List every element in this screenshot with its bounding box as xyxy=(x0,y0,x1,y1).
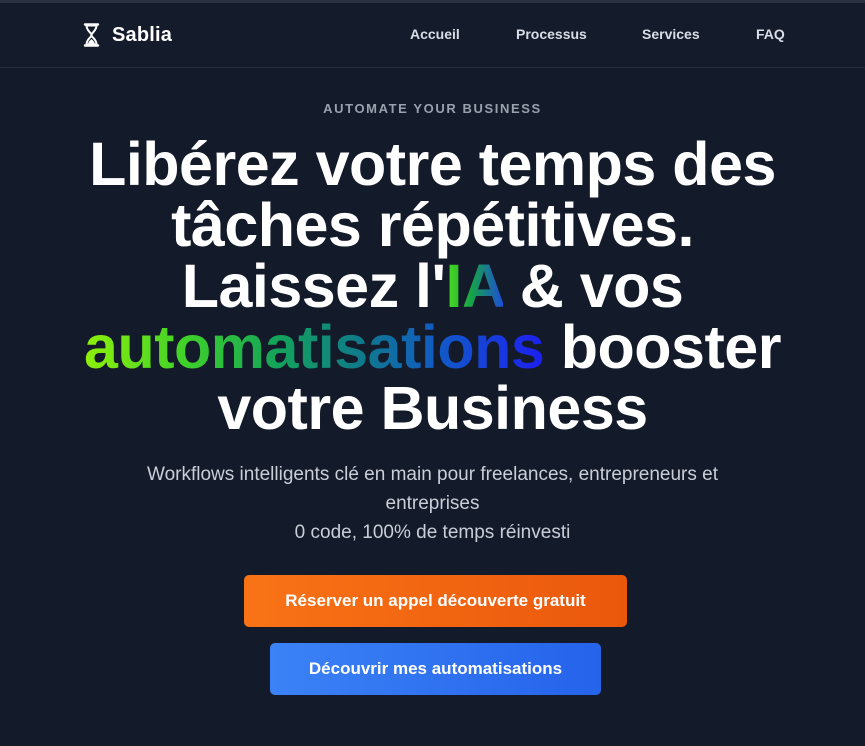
hero-subtitle: Workflows intelligents clé en main pour … xyxy=(100,460,765,547)
subtitle-line-1: Workflows intelligents clé en main pour … xyxy=(147,464,718,514)
headline-text: & vos xyxy=(503,252,684,320)
headline-highlight-ia: IA xyxy=(445,252,504,320)
nav-link-services[interactable]: Services xyxy=(642,26,700,42)
headline-highlight-automatisations: automatisations xyxy=(84,313,545,381)
nav-link-accueil[interactable]: Accueil xyxy=(410,26,460,42)
nav-link-processus[interactable]: Processus xyxy=(516,26,587,42)
headline-text: Laissez l' xyxy=(181,252,446,320)
nav-link-faq[interactable]: FAQ xyxy=(756,26,785,42)
discover-automations-button[interactable]: Découvrir mes automatisations xyxy=(270,643,601,695)
navbar: Sablia Accueil Processus Services FAQ xyxy=(0,3,865,68)
headline-line-1: Libérez votre temps des xyxy=(89,130,776,198)
book-call-button[interactable]: Réserver un appel découverte gratuit xyxy=(244,575,627,627)
headline-line-2: tâches répétitives. xyxy=(171,191,694,259)
hero-eyebrow: AUTOMATE YOUR BUSINESS xyxy=(323,101,542,116)
headline-line-4: automatisations booster xyxy=(0,317,865,378)
hero-headline: Libérez votre temps des tâches répétitiv… xyxy=(0,134,865,439)
subtitle-line-2: 0 code, 100% de temps réinvesti xyxy=(294,522,571,543)
main-nav: Accueil Processus Services FAQ xyxy=(0,26,865,46)
headline-line-3: Laissez l'IA & vos xyxy=(0,256,865,317)
headline-line-5: votre Business xyxy=(217,374,648,442)
headline-text: booster xyxy=(544,313,782,381)
